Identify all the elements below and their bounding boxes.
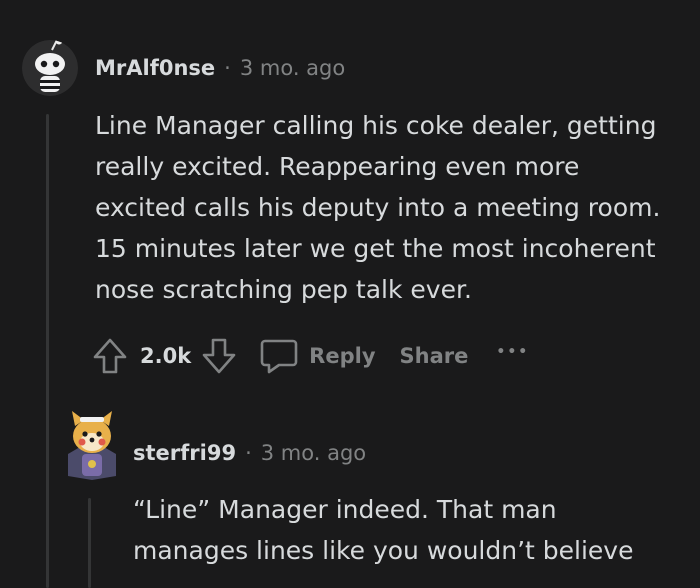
comment-body: Line Manager calling his coke dealer, ge… [95,111,661,304]
comment-meta: sterfri99 · 3 mo. ago [133,441,366,465]
alien-avatar-icon [22,40,78,96]
comment-meta: MrAlf0nse · 3 mo. ago [95,56,345,80]
comment-body: “Line” Manager indeed. That man manages … [133,495,634,565]
upvote-icon [93,338,127,374]
user-avatar[interactable] [64,410,120,480]
comment-icon [260,339,298,374]
thread-line[interactable] [46,114,49,588]
upvote-button[interactable] [92,337,128,375]
timestamp[interactable]: 3 mo. ago [240,56,345,80]
more-options-icon: ••• [496,344,530,360]
username[interactable]: sterfri99 [133,441,236,465]
username[interactable]: MrAlf0nse [95,56,215,80]
user-avatar[interactable] [22,40,78,96]
share-label: Share [399,344,469,368]
thread-line[interactable] [88,498,91,588]
meta-separator: · [245,441,252,465]
comment-actions: 2.0k Reply Share ••• [92,336,529,376]
more-options-button[interactable]: ••• [496,344,529,360]
shiba-avatar-icon [68,411,116,480]
vote-score: 2.0k [140,344,192,368]
timestamp[interactable]: 3 mo. ago [261,441,366,465]
meta-separator: · [224,56,231,80]
downvote-button[interactable] [201,337,237,375]
share-button[interactable]: Share [400,344,469,368]
downvote-icon [202,338,236,374]
reply-label: Reply [309,344,376,368]
reply-button[interactable]: Reply [259,338,376,374]
